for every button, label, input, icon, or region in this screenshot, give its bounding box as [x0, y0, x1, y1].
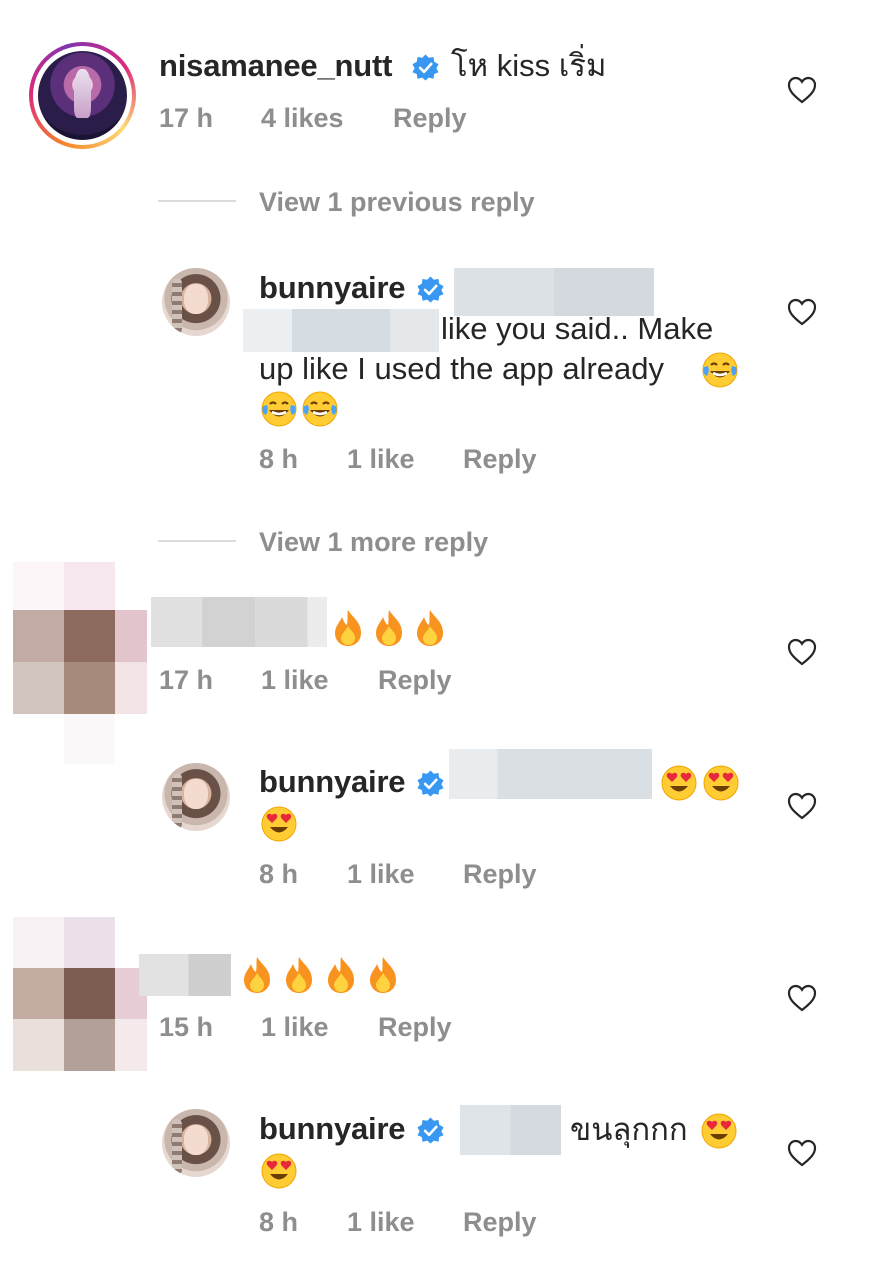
heart-outline-icon[interactable]	[787, 1139, 817, 1167]
smiling-face-with-heart-eyes-icon	[261, 1153, 297, 1189]
comment-time: 8 h	[259, 859, 299, 889]
smiling-face-with-heart-eyes-icon	[261, 806, 297, 842]
fire-icon	[335, 610, 361, 646]
fire-icon	[328, 957, 354, 993]
redacted-mention	[449, 749, 652, 799]
avatar-pixelated[interactable]	[13, 917, 147, 1071]
comment-likes[interactable]: 1 like	[261, 665, 329, 696]
redacted-text	[243, 309, 439, 352]
verified-badge-icon	[417, 1117, 444, 1144]
username-bunnyaire[interactable]: bunnyaire	[259, 270, 406, 306]
divider	[158, 200, 236, 202]
comment-time: 8 h	[259, 444, 299, 474]
avatar-nisamanee-nutt[interactable]	[29, 42, 136, 149]
face-with-tears-of-joy-icon	[261, 391, 297, 427]
heart-outline-icon[interactable]	[787, 792, 817, 820]
comment-time: 15 h	[159, 1012, 214, 1042]
comment-text: ขนลุกกก	[570, 1112, 688, 1147]
comment-likes[interactable]: 1 like	[347, 859, 415, 890]
avatar-pixelated[interactable]	[13, 562, 147, 764]
fire-icon	[376, 610, 402, 646]
divider	[158, 540, 236, 542]
heart-outline-icon[interactable]	[787, 76, 817, 104]
comment-time: 8 h	[259, 1207, 299, 1237]
verified-badge-icon	[417, 276, 444, 303]
avatar-bunnyaire[interactable]	[162, 763, 230, 831]
reply-button[interactable]: Reply	[463, 444, 537, 475]
reply-button[interactable]: Reply	[378, 1012, 452, 1043]
comment-likes[interactable]: 4 likes	[261, 103, 344, 134]
fire-icon	[370, 957, 396, 993]
avatar-bunnyaire[interactable]	[162, 268, 230, 336]
face-with-tears-of-joy-icon	[702, 352, 738, 388]
username-nisamanee-nutt[interactable]: nisamanee_nutt	[159, 48, 392, 84]
view-previous-reply-button[interactable]: View 1 previous reply	[259, 187, 535, 218]
comment-text-line1: like you said.. Make	[441, 311, 714, 346]
heart-outline-icon[interactable]	[787, 638, 817, 666]
fire-icon	[286, 957, 312, 993]
comment-time: 17 h	[159, 665, 214, 695]
smiling-face-with-heart-eyes-icon	[701, 1113, 737, 1149]
avatar-bunnyaire[interactable]	[162, 1109, 230, 1177]
reply-button[interactable]: Reply	[378, 665, 452, 696]
comment-time: 17 h	[159, 103, 214, 133]
reply-button[interactable]: Reply	[463, 1207, 537, 1238]
verified-badge-icon	[412, 54, 439, 81]
username-bunnyaire[interactable]: bunnyaire	[259, 764, 406, 800]
comment-likes[interactable]: 1 like	[347, 1207, 415, 1238]
fire-icon	[417, 610, 443, 646]
verified-badge-icon	[417, 770, 444, 797]
smiling-face-with-heart-eyes-icon	[661, 765, 697, 801]
comment-likes[interactable]: 1 like	[261, 1012, 329, 1043]
smiling-face-with-heart-eyes-icon	[703, 765, 739, 801]
reply-button[interactable]: Reply	[393, 103, 467, 134]
username-bunnyaire[interactable]: bunnyaire	[259, 1111, 406, 1147]
redacted-username	[151, 597, 327, 647]
redacted-username	[139, 954, 231, 996]
heart-outline-icon[interactable]	[787, 298, 817, 326]
comment-text-line2: up like I used the app already	[259, 351, 664, 386]
comment-text: โห kiss เริ่ม	[451, 48, 607, 83]
heart-outline-icon[interactable]	[787, 984, 817, 1012]
comment-likes[interactable]: 1 like	[347, 444, 415, 475]
reply-button[interactable]: Reply	[463, 859, 537, 890]
face-with-tears-of-joy-icon	[302, 391, 338, 427]
view-more-reply-button[interactable]: View 1 more reply	[259, 527, 488, 558]
fire-icon	[244, 957, 270, 993]
redacted-mention	[460, 1105, 561, 1155]
